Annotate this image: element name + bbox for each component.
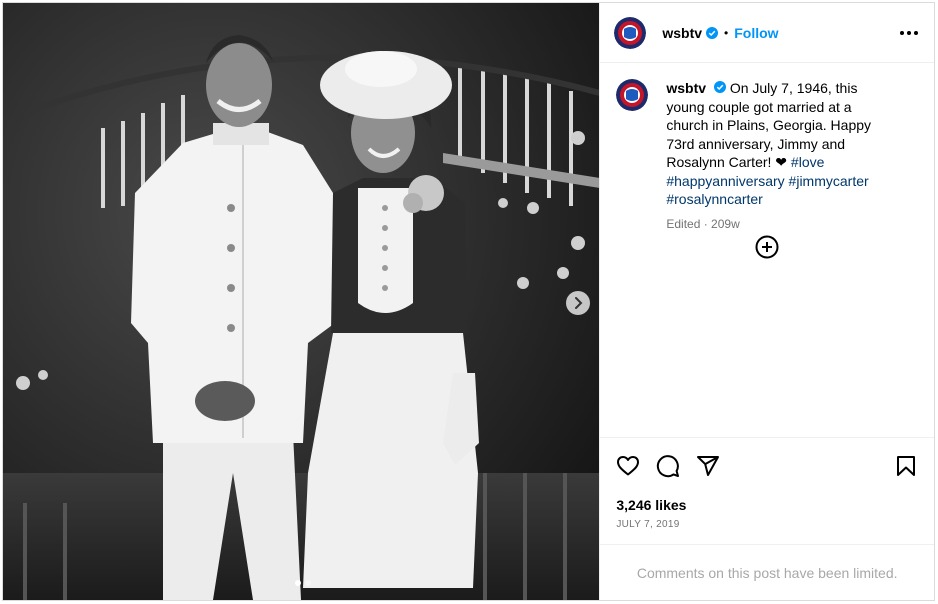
action-bar <box>600 437 934 493</box>
post-date: JULY 7, 2019 <box>616 519 680 530</box>
caption-meta: Edited · 209w <box>666 216 740 231</box>
comment-icon[interactable] <box>656 454 680 478</box>
hashtag-link[interactable]: #jimmycarter <box>789 173 869 189</box>
comments-section: wsbtv On July 7, 1946, this young couple… <box>600 63 934 437</box>
share-icon[interactable] <box>696 454 720 478</box>
instagram-post: wsbtv • Follow wsbtv On July 7, 1946, th… <box>2 2 935 601</box>
bookmark-icon[interactable] <box>894 454 918 478</box>
wedding-photo <box>3 3 600 600</box>
wsbtv-logo-icon <box>616 79 649 111</box>
wsbtv-logo-icon <box>614 16 647 49</box>
carousel-indicator <box>295 580 311 586</box>
carousel-next-button[interactable] <box>566 291 590 315</box>
caption-avatar[interactable] <box>616 79 649 111</box>
caption-row: wsbtv On July 7, 1946, this young couple… <box>616 79 918 209</box>
carousel-dot <box>305 580 311 586</box>
post-header: wsbtv • Follow <box>600 3 934 63</box>
post-photo[interactable] <box>3 3 600 600</box>
comments-limited-notice: Comments on this post have been limited. <box>600 544 934 600</box>
carousel-dot-active <box>295 580 301 586</box>
likes-count[interactable]: 3,246 likes <box>600 497 934 513</box>
header-separator: • <box>724 25 729 40</box>
post-details-panel: wsbtv • Follow wsbtv On July 7, 1946, th… <box>599 3 934 600</box>
more-options-icon[interactable] <box>898 25 920 41</box>
verified-badge-icon <box>713 81 726 93</box>
header-username[interactable]: wsbtv <box>662 25 702 41</box>
carousel-next-icon <box>575 297 583 309</box>
hashtag-link[interactable]: #love <box>791 154 824 170</box>
post-caption: wsbtv On July 7, 1946, this young couple… <box>666 79 896 209</box>
like-heart-icon[interactable] <box>616 454 640 478</box>
hashtag-link[interactable]: #happyanniversary <box>666 173 784 189</box>
caption-username[interactable]: wsbtv <box>666 80 706 96</box>
hashtag-link[interactable]: #rosalynncarter <box>666 191 763 207</box>
add-comment-icon[interactable] <box>755 235 779 264</box>
verified-badge-icon <box>706 26 719 39</box>
follow-button[interactable]: Follow <box>734 25 778 41</box>
avatar[interactable] <box>614 16 647 49</box>
